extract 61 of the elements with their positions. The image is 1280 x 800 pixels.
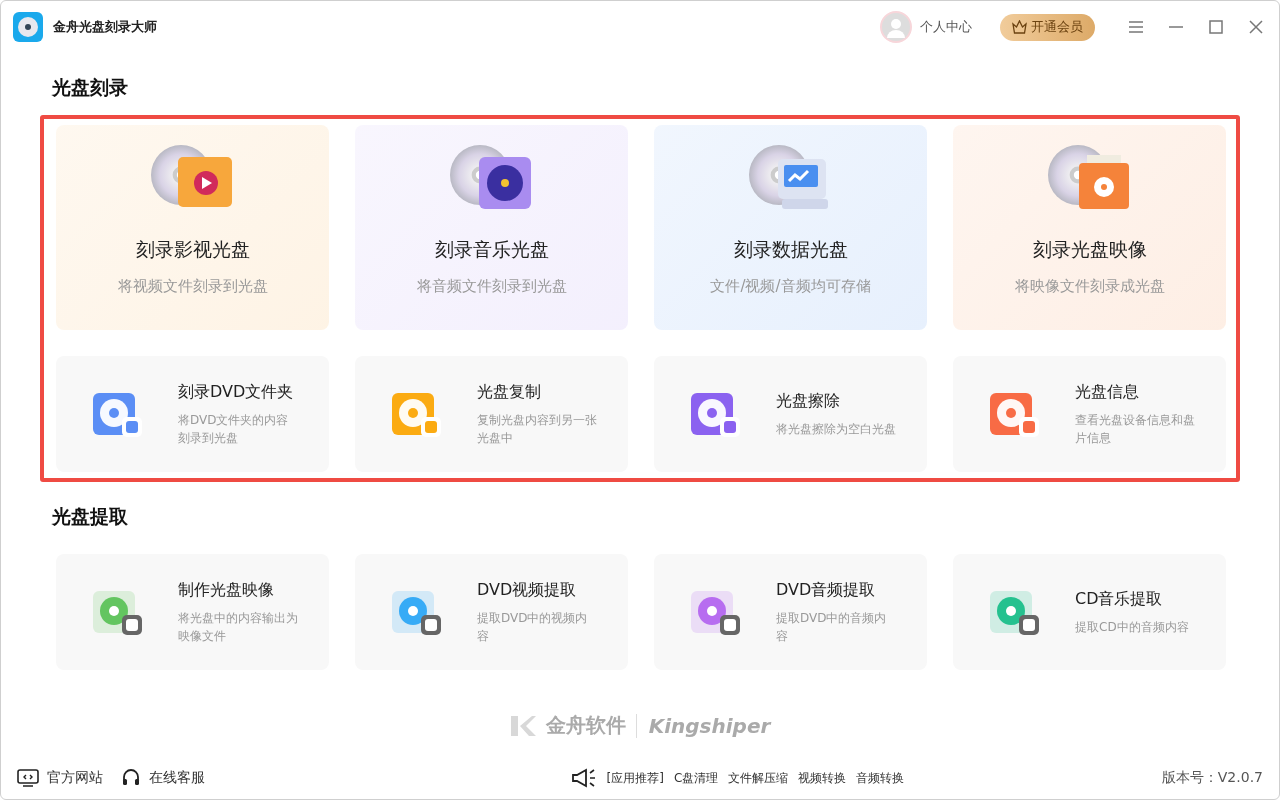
vip-button[interactable]: 开通会员 [1000, 13, 1095, 41]
card-subtitle: 将映像文件刻录成光盘 [1014, 277, 1165, 296]
card-title: 刻录数据光盘 [733, 237, 848, 262]
card-title: 刻录音乐光盘 [434, 237, 549, 262]
tool-card[interactable]: DVD视频提取 提取DVD中的视频内容 [355, 554, 628, 670]
burn-card[interactable]: 刻录影视光盘 将视频文件刻录到光盘 [56, 125, 329, 330]
monitor-icon [17, 769, 39, 787]
card-title: 刻录光盘映像 [1032, 237, 1147, 262]
user-center-button[interactable]: 个人中心 [880, 11, 972, 43]
card-subtitle: 查看光盘设备信息和盘片信息 [1075, 411, 1196, 447]
tool-card[interactable]: 制作光盘映像 将光盘中的内容输出为映像文件 [56, 554, 329, 670]
card-subtitle: 提取DVD中的音频内容 [776, 609, 888, 645]
card-title: 制作光盘映像 [178, 579, 275, 601]
promo-link[interactable]: 文件解压缩 [728, 769, 789, 787]
tool-card[interactable]: 光盘信息 查看光盘设备信息和盘片信息 [953, 356, 1226, 472]
card-subtitle: 将光盘擦除为空白光盘 [776, 420, 897, 438]
card-subtitle: 将DVD文件夹的内容刻录到光盘 [178, 411, 290, 447]
card-title: 光盘擦除 [776, 390, 841, 412]
crown-icon [1012, 20, 1027, 34]
tool-card[interactable]: CD音乐提取 提取CD中的音频内容 [953, 554, 1226, 670]
promo-link[interactable]: 视频转换 [798, 769, 847, 787]
menu-icon [1129, 21, 1143, 33]
tool-card[interactable]: 光盘复制 复制光盘内容到另一张光盘中 [355, 356, 628, 472]
card-title: 刻录DVD文件夹 [178, 381, 295, 403]
tool-card[interactable]: 光盘擦除 将光盘擦除为空白光盘 [654, 356, 927, 472]
card-title: 刻录影视光盘 [135, 237, 250, 262]
card-subtitle: 复制光盘内容到另一张光盘中 [477, 411, 598, 447]
tool-card[interactable]: DVD音频提取 提取DVD中的音频内容 [654, 554, 927, 670]
promo-label[interactable]: [应用推荐] [606, 769, 664, 787]
megaphone-icon [570, 768, 597, 788]
website-link[interactable]: 官方网站 [17, 769, 103, 787]
app-logo-icon [13, 12, 43, 42]
avatar-icon [880, 11, 912, 43]
card-subtitle: 将音频文件刻录到光盘 [416, 277, 567, 296]
card-subtitle: 文件/视频/音频均可存储 [710, 277, 871, 296]
maximize-icon [1209, 20, 1223, 34]
card-title: CD音乐提取 [1075, 588, 1164, 610]
card-title: 光盘复制 [477, 381, 542, 403]
section-title: 光盘刻录 [52, 75, 129, 100]
support-link[interactable]: 在线客服 [121, 768, 205, 788]
promo-link[interactable]: 音频转换 [856, 769, 905, 787]
card-subtitle: 将视频文件刻录到光盘 [117, 277, 268, 296]
card-title: DVD视频提取 [477, 579, 578, 601]
card-title: DVD音频提取 [776, 579, 877, 601]
card-subtitle: 将光盘中的内容输出为映像文件 [178, 609, 299, 645]
brand-name: 金舟软件 [545, 712, 626, 739]
section-title: 光盘提取 [52, 504, 129, 529]
window-title: 金舟光盘刻录大师 [53, 18, 158, 36]
card-subtitle: 提取CD中的音频内容 [1075, 618, 1190, 636]
headset-icon [121, 768, 141, 788]
burn-card[interactable]: 刻录音乐光盘 将音频文件刻录到光盘 [355, 125, 628, 330]
burn-card[interactable]: 刻录光盘映像 将映像文件刻录成光盘 [953, 125, 1226, 330]
close-icon [1249, 20, 1263, 34]
version-label: 版本号：V2.0.7 [1161, 769, 1263, 787]
brand-name: Kingshiper [635, 713, 771, 738]
card-subtitle: 提取DVD中的视频内容 [477, 609, 589, 645]
promo-link[interactable]: C盘清理 [673, 769, 719, 787]
card-title: 光盘信息 [1075, 381, 1140, 403]
tool-card[interactable]: 刻录DVD文件夹 将DVD文件夹的内容刻录到光盘 [56, 356, 329, 472]
burn-card[interactable]: 刻录数据光盘 文件/视频/音频均可存储 [654, 125, 927, 330]
brand-logo-icon [509, 714, 536, 737]
